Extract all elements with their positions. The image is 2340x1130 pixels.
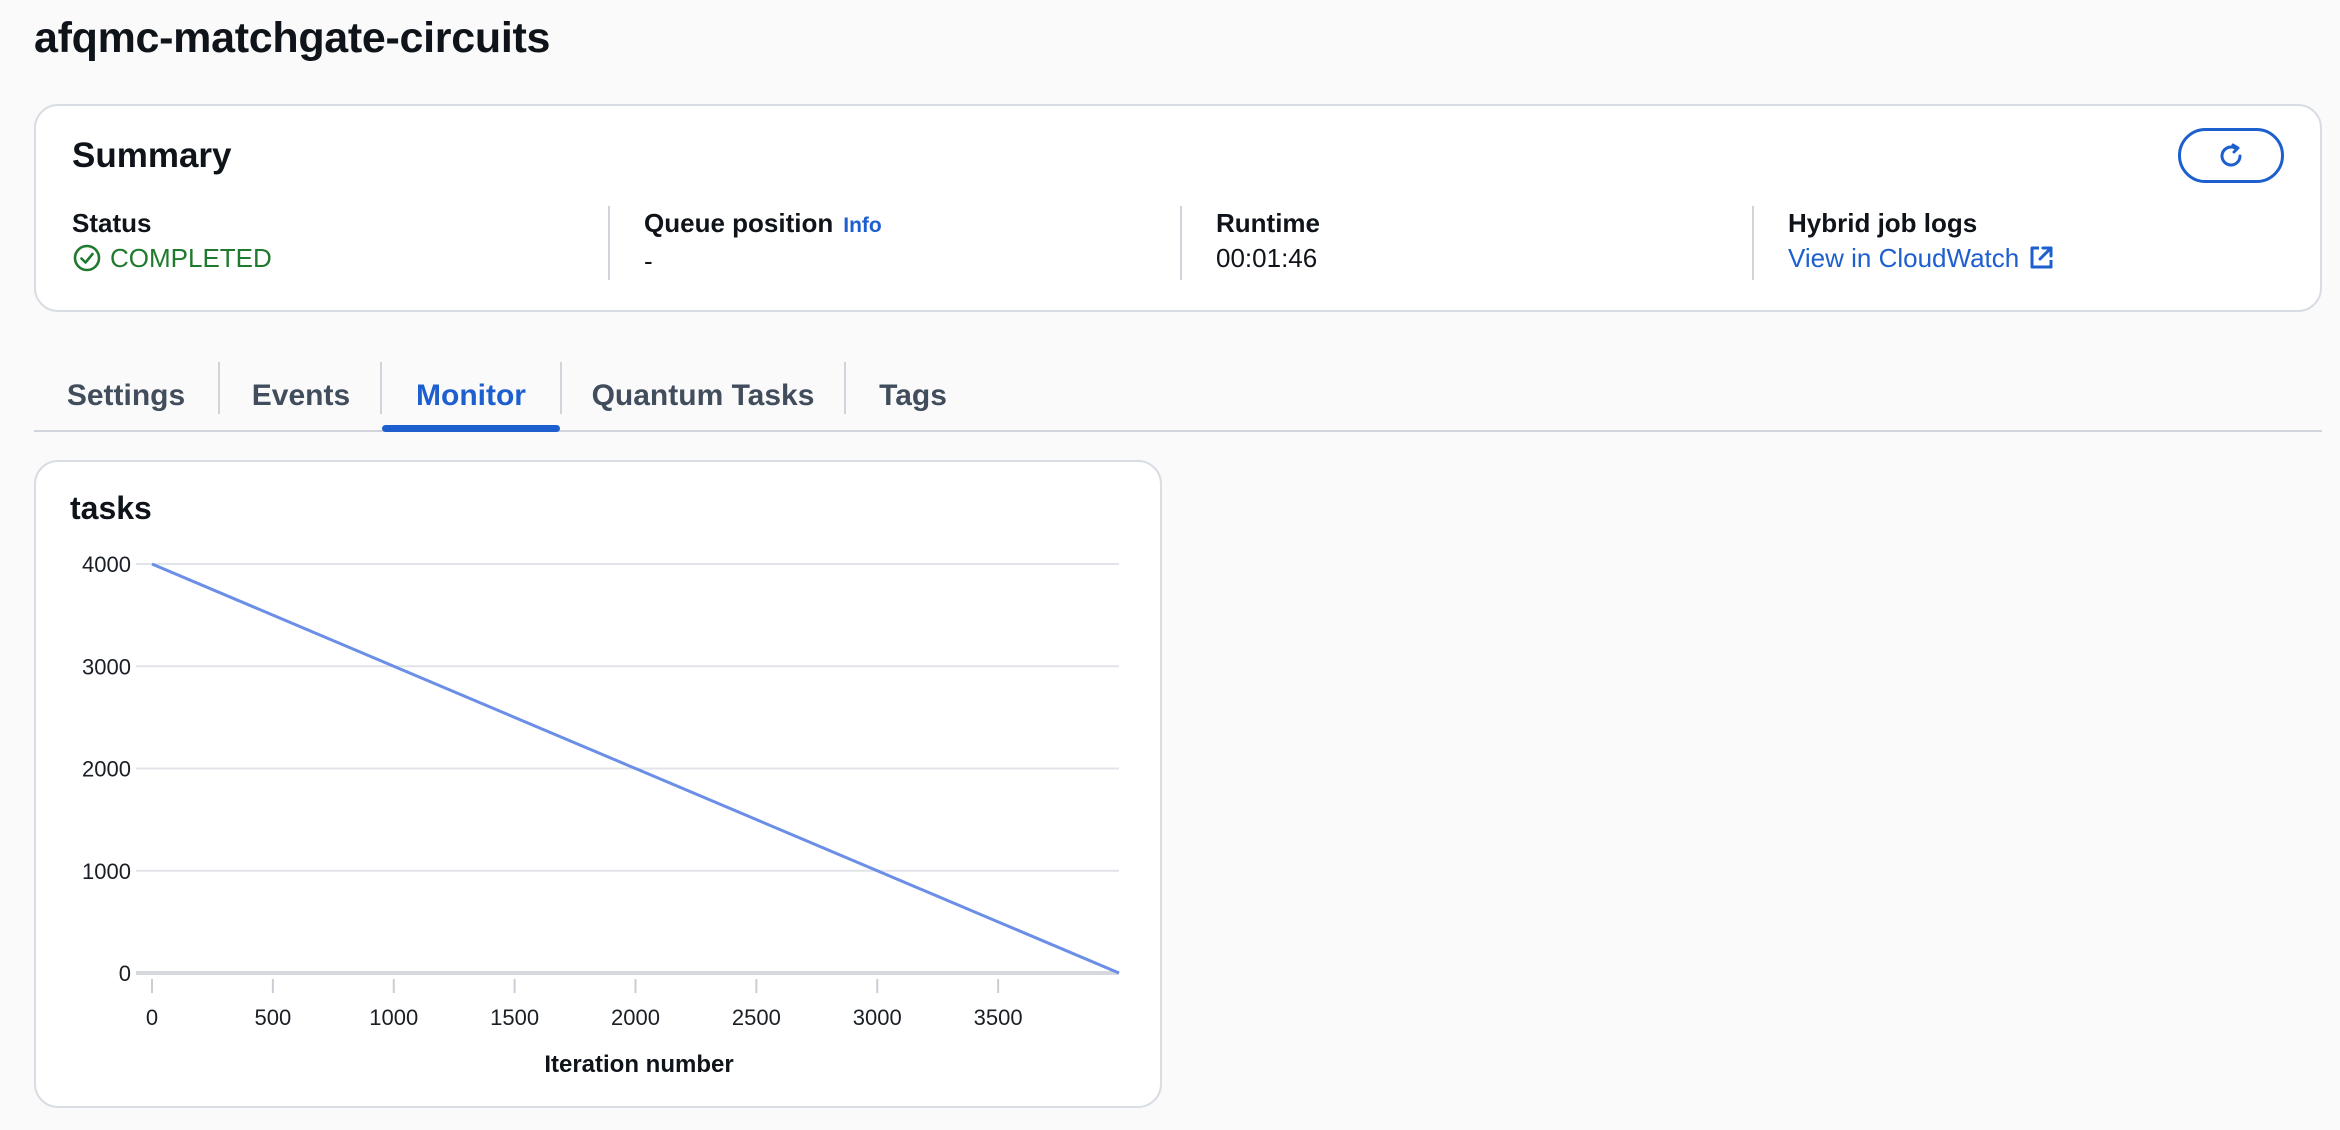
x-tick-label: 2000: [611, 1005, 660, 1030]
external-link-icon: [2030, 246, 2053, 269]
logs-label: Hybrid job logs: [1788, 208, 1978, 238]
status-label: Status: [72, 208, 152, 238]
tab-monitor[interactable]: Monitor: [382, 362, 560, 432]
x-tick-label: 3000: [853, 1005, 902, 1030]
tab-quantum-tasks[interactable]: Quantum Tasks: [562, 362, 844, 430]
runtime-label: Runtime: [1216, 208, 1320, 238]
summary-title: Summary: [72, 136, 232, 175]
active-tab-indicator: [382, 425, 560, 432]
queue-value: -: [644, 246, 653, 276]
y-tick-label: 3000: [82, 654, 131, 679]
divider: [608, 206, 610, 280]
line-chart: 0 1000 2000 3000 4000 0 500 1000 1500 2000 2500 300…: [82, 552, 1120, 1078]
tab-tags[interactable]: Tags: [846, 362, 980, 430]
check-circle-icon: [73, 244, 101, 272]
y-tick-label: 4000: [82, 552, 131, 577]
tab-events[interactable]: Events: [220, 362, 382, 430]
x-tick-label: 1500: [490, 1005, 539, 1030]
queue-info-link[interactable]: Info: [843, 209, 881, 243]
x-tick-label: 500: [255, 1005, 292, 1030]
divider: [1752, 206, 1754, 280]
status-field: Status COMPLETED: [72, 206, 272, 284]
chart-container: tasks 0 1000 2000 3000 4000 0 500 1000 1500 2000 2…: [34, 460, 1162, 1108]
x-tick-label: 2500: [732, 1005, 781, 1030]
y-tick-label: 2000: [82, 757, 131, 782]
divider: [1180, 206, 1182, 280]
x-tick-label: 3500: [974, 1005, 1023, 1030]
queue-label: Queue position: [644, 208, 834, 238]
x-axis-title: Iteration number: [544, 1051, 733, 1078]
runtime-field: Runtime 00:01:46: [1216, 206, 1320, 284]
refresh-icon: [2220, 143, 2242, 166]
logs-field: Hybrid job logs View in CloudWatch: [1788, 206, 2055, 284]
status-value-row: COMPLETED: [72, 240, 272, 276]
refresh-button[interactable]: [2178, 128, 2284, 183]
page-title: afqmc-matchgate-circuits: [34, 14, 551, 62]
x-tick-label: 1000: [369, 1005, 418, 1030]
status-badge: COMPLETED: [110, 243, 272, 273]
queue-field: Queue position Info -: [644, 206, 882, 284]
cloudwatch-link-label[interactable]: View in CloudWatch: [1788, 240, 2019, 276]
runtime-value: 00:01:46: [1216, 243, 1318, 273]
queue-label-row: Queue position Info: [644, 206, 882, 243]
y-tick-label: 1000: [82, 859, 131, 884]
y-tick-label: 0: [119, 961, 131, 986]
x-tick-label: 0: [146, 1005, 158, 1030]
cloudwatch-link[interactable]: View in CloudWatch: [1788, 240, 2055, 276]
summary-container: Summary Status COMPLETED Queue position …: [34, 104, 2322, 312]
tab-settings[interactable]: Settings: [34, 362, 218, 430]
tab-monitor-label[interactable]: Monitor: [416, 379, 526, 413]
tab-bar: Settings Events Monitor Quantum Tasks Ta…: [34, 362, 2322, 432]
